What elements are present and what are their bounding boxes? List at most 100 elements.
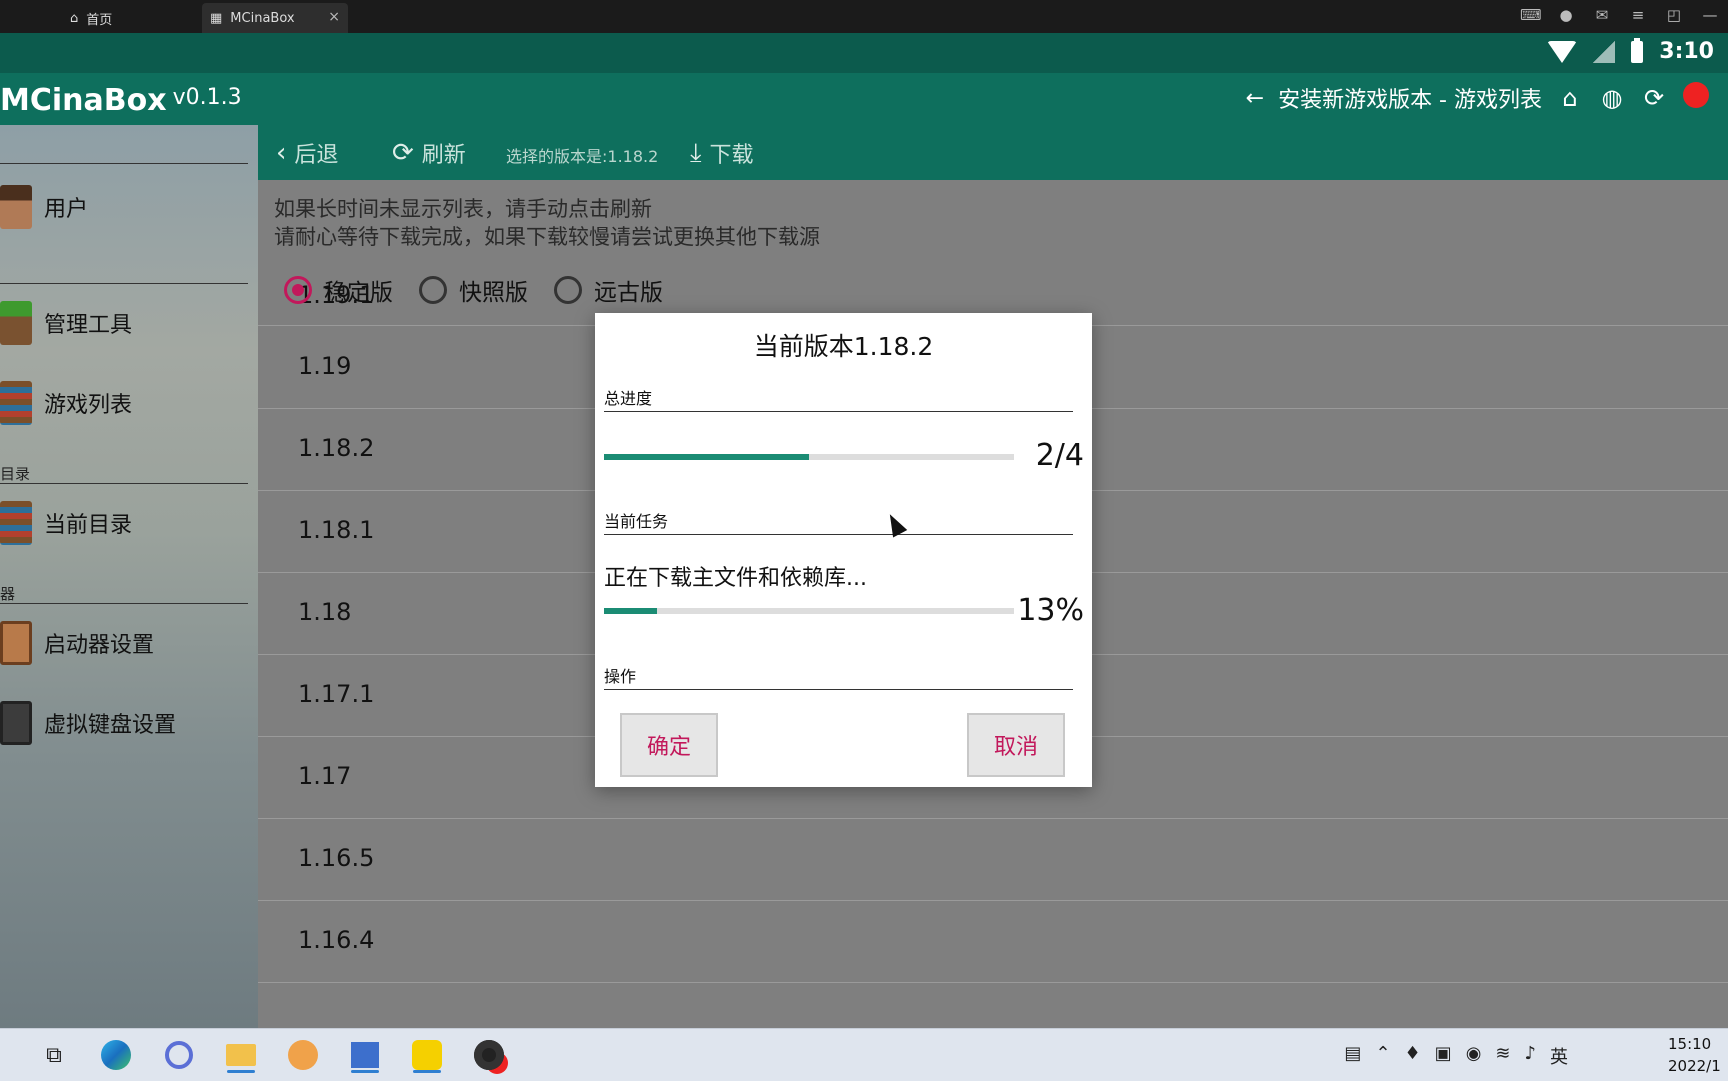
close-tab-button[interactable]: × xyxy=(328,9,340,25)
sidebar-item-current-dir[interactable]: 当前目录 xyxy=(0,501,132,545)
emulator-app-icon[interactable] xyxy=(409,1037,445,1073)
minimize-icon[interactable]: — xyxy=(1700,6,1720,24)
home-icon[interactable]: ⌂ xyxy=(1556,84,1584,112)
os-taskbar: ⧉ ▤ ⌃ ♦ ▣ ◉ ≋ ♪ 英 15:10 2022/1 xyxy=(0,1028,1728,1081)
total-progress-value: 2/4 xyxy=(1035,438,1084,473)
sidebar-section-launcher: 器 xyxy=(0,585,16,603)
app-title: MCinaBox v0.1.3 xyxy=(0,83,242,118)
radio-button-icon xyxy=(554,276,582,304)
hint-line-1: 如果长时间未显示列表，请手动点击刷新 xyxy=(274,197,652,221)
status-time: 3:10 xyxy=(1659,39,1714,64)
total-progress-fill xyxy=(604,454,809,460)
restore-icon[interactable]: ◰ xyxy=(1664,6,1684,24)
divider xyxy=(0,483,248,484)
radio-ancient[interactable]: 远古版 xyxy=(554,273,663,307)
back-label: 后退 xyxy=(294,143,339,168)
divider xyxy=(0,603,248,604)
refresh-icon: ⟳ xyxy=(392,138,414,168)
alert-icon[interactable] xyxy=(1682,82,1710,114)
sidebar-section-directory: 目录 xyxy=(0,465,31,483)
radio-button-icon xyxy=(284,276,312,304)
clock-time: 15:10 xyxy=(1668,1035,1712,1053)
clock-date: 2022/1 xyxy=(1668,1057,1721,1075)
sidebar-item-tools[interactable]: 管理工具 xyxy=(0,301,132,345)
task-progress-value: 13% xyxy=(1017,593,1084,628)
chevron-up-icon[interactable]: ⌃ xyxy=(1375,1043,1390,1069)
command-block-icon xyxy=(0,621,32,665)
mail-icon[interactable]: ✉ xyxy=(1592,6,1612,24)
input-language[interactable]: 英 xyxy=(1550,1043,1568,1069)
list-item[interactable]: 1.16.4 xyxy=(258,900,1728,983)
minecraft-icon: ▦ xyxy=(210,10,223,26)
keyboard-block-icon xyxy=(0,701,32,745)
clock[interactable]: 15:10 2022/1 xyxy=(1668,1033,1728,1077)
sidebar-item-label: 虚拟键盘设置 xyxy=(44,713,177,738)
user-avatar-icon xyxy=(0,185,32,229)
divider xyxy=(0,283,248,284)
browser-tab-bar: ⌂ 首页 ▦ MCinaBox × ⌨ ● ✉ ≡ ◰ — xyxy=(0,0,1728,33)
tab-home-label: 首页 xyxy=(86,12,113,28)
back-button[interactable]: ‹ 后退 xyxy=(276,137,338,169)
sync-icon[interactable]: ⟳ xyxy=(1640,84,1668,112)
app-bar: MCinaBox v0.1.3 ← 安装新游戏版本 - 游戏列表 ⌂ ◍ ⟳ xyxy=(0,73,1728,125)
confirm-button[interactable]: 确定 xyxy=(620,713,718,777)
chevron-left-icon: ‹ xyxy=(276,138,287,168)
current-task-label: 当前任务 xyxy=(604,508,1073,535)
cancel-button[interactable]: 取消 xyxy=(967,713,1065,777)
task-view-icon[interactable]: ⧉ xyxy=(36,1037,72,1073)
audio-app-icon[interactable] xyxy=(285,1037,321,1073)
file-explorer-icon[interactable] xyxy=(223,1037,259,1073)
operations-label: 操作 xyxy=(604,663,1073,690)
sidebar-item-keyboard-settings[interactable]: 虚拟键盘设置 xyxy=(0,701,176,745)
status-bar: 3:10 xyxy=(0,33,1728,73)
sidebar-item-label: 启动器设置 xyxy=(44,633,155,658)
globe-icon[interactable]: ◍ xyxy=(1598,84,1626,112)
radio-snapshot[interactable]: 快照版 xyxy=(419,273,528,307)
sidebar-item-game-list[interactable]: 游戏列表 xyxy=(0,381,132,425)
wifi-icon[interactable]: ≋ xyxy=(1495,1043,1510,1069)
account-icon[interactable]: ● xyxy=(1556,6,1576,24)
radio-label: 远古版 xyxy=(594,280,663,306)
sidebar: 用户 管理工具 游戏列表 目录 当前目录 器 启动器设置 虚拟键盘设置 xyxy=(0,125,258,1028)
version-type-filter: 稳定版 快照版 远古版 xyxy=(284,273,663,307)
radio-stable[interactable]: 稳定版 xyxy=(284,273,393,307)
browser-app-icon[interactable] xyxy=(161,1037,197,1073)
radio-label: 稳定版 xyxy=(324,280,393,306)
qq-icon[interactable]: ◉ xyxy=(1466,1043,1482,1069)
battery-icon xyxy=(1631,37,1644,63)
total-progress-bar xyxy=(604,454,1014,460)
edge-browser-icon[interactable] xyxy=(98,1037,134,1073)
bookshelf-icon xyxy=(0,381,32,425)
recorder-app-icon[interactable] xyxy=(471,1037,507,1073)
news-icon[interactable]: ▤ xyxy=(1344,1043,1361,1069)
bookshelf-icon xyxy=(0,501,32,545)
menu-icon[interactable]: ≡ xyxy=(1628,6,1648,24)
back-arrow-icon[interactable]: ← xyxy=(1246,86,1264,111)
sidebar-item-user[interactable]: 用户 xyxy=(0,185,88,229)
tab-mcinabox-label: MCinaBox xyxy=(230,10,295,26)
list-item[interactable]: 1.16.5 xyxy=(258,818,1728,901)
sidebar-item-label: 游戏列表 xyxy=(44,393,133,418)
app-name: MCinaBox xyxy=(0,83,167,118)
selected-version-text: 选择的版本是:1.18.2 xyxy=(506,147,659,166)
window-controls: ⌨ ● ✉ ≡ ◰ — xyxy=(1520,6,1720,24)
divider xyxy=(0,163,248,164)
volume-icon[interactable]: ♪ xyxy=(1525,1043,1537,1069)
radio-label: 快照版 xyxy=(459,280,528,306)
dialog-title: 当前版本1.18.2 xyxy=(753,332,934,361)
sidebar-item-launcher-settings[interactable]: 启动器设置 xyxy=(0,621,154,665)
microphone-icon[interactable]: ♦ xyxy=(1405,1043,1421,1069)
gamepad-icon[interactable]: ⌨ xyxy=(1520,6,1542,24)
device-icon[interactable]: ▣ xyxy=(1435,1043,1452,1069)
sidebar-item-label: 管理工具 xyxy=(44,313,133,338)
network-app-icon[interactable] xyxy=(347,1037,383,1073)
refresh-button[interactable]: ⟳ 刷新 xyxy=(392,137,466,169)
hint-line-2: 请耐心等待下载完成，如果下载较慢请尝试更换其他下载源 xyxy=(274,225,820,249)
current-task-text: 正在下载主文件和依赖库... xyxy=(604,566,867,591)
tab-home[interactable]: ⌂ 首页 xyxy=(62,3,192,33)
system-tray: ▤ ⌃ ♦ ▣ ◉ ≋ ♪ 英 xyxy=(1344,1043,1568,1069)
download-button[interactable]: ⤓ 下载 xyxy=(690,137,754,169)
tab-mcinabox[interactable]: ▦ MCinaBox × xyxy=(202,3,348,33)
grass-block-icon xyxy=(0,301,32,345)
sidebar-item-label: 用户 xyxy=(44,197,89,222)
